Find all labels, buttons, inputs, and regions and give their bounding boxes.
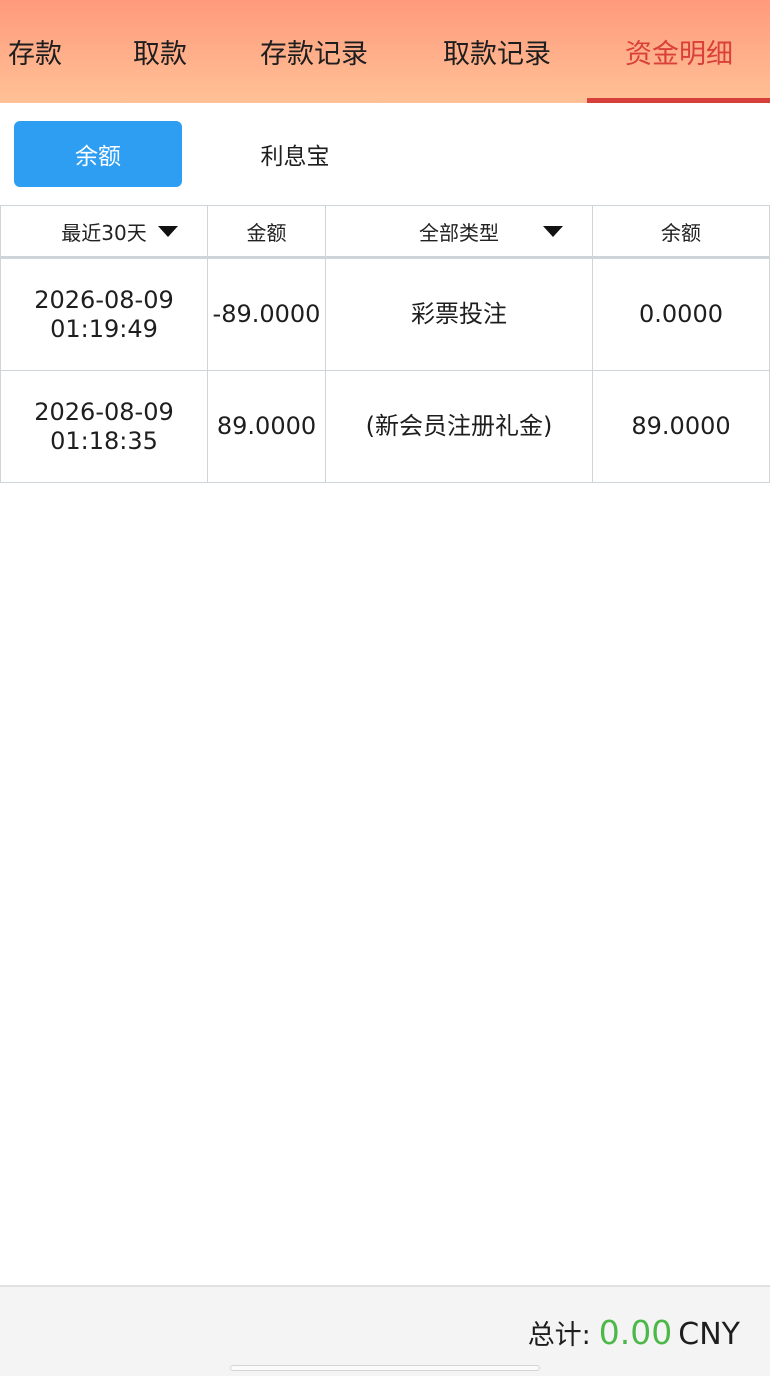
caret-down-icon	[543, 225, 563, 237]
date-filter-dropdown[interactable]: 最近30天	[0, 205, 208, 259]
row-time: 01:19:49	[50, 314, 158, 343]
row-datetime: 2026-08-09 01:18:35	[0, 370, 208, 483]
date-filter-label: 最近30天	[61, 220, 147, 245]
row-date: 2026-08-09	[34, 285, 174, 314]
tab-withdraw-records[interactable]: 取款记录	[424, 0, 570, 103]
total-currency: CNY	[678, 1317, 740, 1352]
row-amount: 89.0000	[207, 370, 326, 483]
tab-deposit[interactable]: 存款	[0, 0, 70, 103]
fund-details-table: 最近30天 金额 全部类型 余额 2026-08-09 01:19:49 -89…	[0, 205, 770, 483]
amount-header: 金额	[207, 205, 326, 259]
total-amount: 0.00	[598, 1313, 673, 1352]
top-nav-bar: 存款 取款 存款记录 取款记录 资金明细	[0, 0, 770, 103]
active-tab-indicator	[587, 98, 770, 103]
row-balance: 89.0000	[592, 370, 770, 483]
row-time: 01:18:35	[50, 426, 158, 455]
tab-deposit-records[interactable]: 存款记录	[240, 0, 388, 103]
row-datetime: 2026-08-09 01:19:49	[0, 257, 208, 371]
row-amount: -89.0000	[207, 257, 326, 371]
home-indicator[interactable]	[230, 1365, 540, 1371]
row-date: 2026-08-09	[34, 397, 174, 426]
row-balance: 0.0000	[592, 257, 770, 371]
table-header-row: 最近30天 金额 全部类型 余额	[0, 205, 770, 259]
amount-header-label: 金额	[246, 220, 287, 245]
subtab-interest-treasure[interactable]: 利息宝	[212, 121, 378, 187]
total-summary: 总计: 0.00 CNY	[528, 1313, 740, 1352]
tab-fund-details[interactable]: 资金明细	[600, 0, 758, 103]
subtab-balance[interactable]: 余额	[14, 121, 182, 187]
tab-withdraw[interactable]: 取款	[110, 0, 210, 103]
table-row: 2026-08-09 01:18:35 89.0000 (新会员注册礼金) 89…	[0, 370, 770, 483]
caret-down-icon	[158, 225, 178, 237]
table-row: 2026-08-09 01:19:49 -89.0000 彩票投注 0.0000	[0, 257, 770, 371]
row-type: (新会员注册礼金)	[325, 370, 593, 483]
balance-header: 余额	[592, 205, 770, 259]
footer-total-bar: 总计: 0.00 CNY	[0, 1285, 770, 1376]
row-type: 彩票投注	[325, 257, 593, 371]
type-filter-dropdown[interactable]: 全部类型	[325, 205, 593, 259]
total-label: 总计:	[527, 1320, 591, 1351]
balance-header-label: 余额	[661, 220, 701, 245]
type-filter-label: 全部类型	[419, 220, 499, 245]
